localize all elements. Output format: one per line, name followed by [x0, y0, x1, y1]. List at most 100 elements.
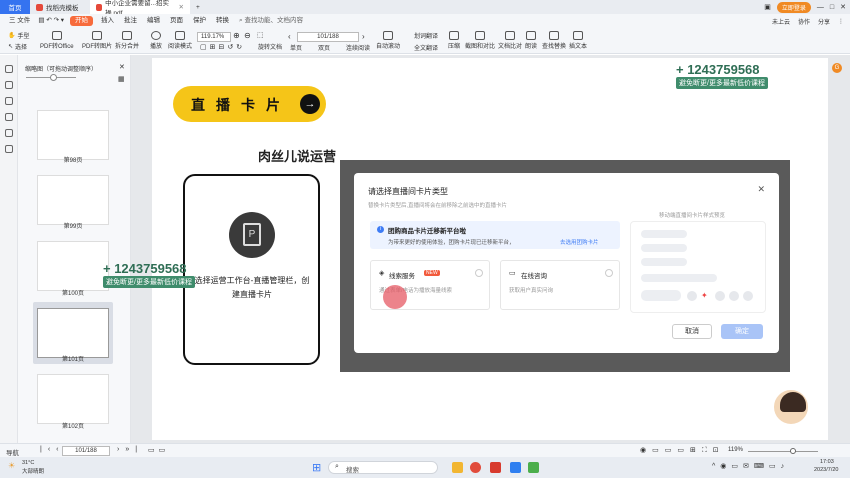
- first-prev-icons[interactable]: |‹‹: [40, 446, 64, 453]
- view-tools-icons[interactable]: ▢⊞⊟↺↻: [200, 43, 245, 51]
- collab-button[interactable]: 协作: [798, 17, 810, 26]
- pdf-to-office-button[interactable]: PDF转Office: [40, 31, 74, 50]
- insert-text-button[interactable]: 插文本: [569, 31, 587, 50]
- zoom-slider-handle[interactable]: [790, 448, 796, 454]
- watermark-subtitle-2: 避免断更/更多最新低价课程: [103, 276, 195, 288]
- menu-protect[interactable]: 保护: [188, 14, 211, 28]
- file-explorer-icon[interactable]: [452, 462, 463, 473]
- select-tool[interactable]: ↖ 选择: [8, 42, 27, 51]
- read-aloud-button[interactable]: 朗读: [525, 31, 537, 50]
- screen-translate-button[interactable]: 划词翻译: [414, 31, 438, 40]
- view-mode-icons[interactable]: ▭▭: [148, 446, 169, 454]
- layout-icon[interactable]: ▣: [764, 3, 771, 11]
- assistant-icon[interactable]: G: [832, 63, 842, 73]
- tray-icons[interactable]: ^◉▭✉⌨▭♪: [712, 462, 789, 470]
- next-page-icon[interactable]: ›: [362, 32, 365, 41]
- dialog-close-icon[interactable]: ✕: [757, 184, 765, 195]
- nav-toggle[interactable]: 导航: [6, 447, 19, 457]
- thumbnail-page-102[interactable]: [37, 374, 109, 424]
- hand-tool[interactable]: ✋ 手型: [8, 31, 30, 40]
- prev-page-icon[interactable]: ‹: [288, 32, 291, 41]
- thumbnail-label-99: 第99页: [63, 224, 83, 230]
- menu-icons[interactable]: ▤ ↶ ↷ ▾: [35, 14, 67, 28]
- zoom-input[interactable]: 119.17%: [197, 32, 231, 42]
- thumbnail-icon[interactable]: [5, 65, 13, 73]
- stamp-icon[interactable]: [5, 129, 13, 137]
- wps-icon[interactable]: [490, 462, 501, 473]
- confirm-button[interactable]: 确定: [721, 324, 763, 339]
- cloud-status[interactable]: 未上云: [772, 17, 790, 26]
- menu-insert[interactable]: 插入: [96, 14, 119, 28]
- tab-template[interactable]: 找稻壳模板: [30, 0, 90, 14]
- menu-file[interactable]: 三 文件: [4, 14, 35, 28]
- zoom-in-icon[interactable]: ⊕: [233, 31, 240, 40]
- slider-handle[interactable]: [50, 74, 57, 81]
- thumbnail-page-100[interactable]: [37, 241, 109, 291]
- share-button[interactable]: 分享: [818, 17, 830, 26]
- zoom-slider[interactable]: [748, 451, 818, 452]
- thumbnail-page-101[interactable]: [37, 308, 109, 358]
- menu-page[interactable]: 页面: [165, 14, 188, 28]
- find-replace-button[interactable]: 查找替换: [542, 31, 566, 50]
- status-zoom[interactable]: 119%: [728, 447, 743, 453]
- thumbnail-page-98[interactable]: [37, 110, 109, 160]
- play-button[interactable]: 播放: [150, 31, 162, 50]
- pdf-to-image-button[interactable]: PDF转图片: [82, 31, 112, 50]
- grid-view-icon[interactable]: ▦: [118, 75, 125, 83]
- compress-button[interactable]: 压缩: [448, 31, 460, 50]
- close-panel-icon[interactable]: ✕: [119, 63, 125, 71]
- thumbnail-page-99[interactable]: [37, 175, 109, 225]
- double-page-button[interactable]: 双页: [318, 43, 330, 52]
- cancel-button[interactable]: 取消: [672, 324, 712, 339]
- option-lead-label: 线索服务: [389, 273, 415, 280]
- cursor-highlight: [383, 285, 407, 309]
- rotate-button[interactable]: 旋转文档: [258, 42, 282, 51]
- option-lead-radio[interactable]: [475, 269, 483, 277]
- app-icon-2[interactable]: [528, 462, 539, 473]
- close-window-icon[interactable]: ✕: [840, 3, 846, 11]
- clock-date[interactable]: 2023/7/20: [814, 467, 838, 473]
- option-consult-radio[interactable]: [605, 269, 613, 277]
- chrome-icon[interactable]: [470, 462, 481, 473]
- read-mode-button[interactable]: 阅读模式: [168, 31, 192, 50]
- maximize-icon[interactable]: □: [830, 4, 834, 11]
- search-feature-input[interactable]: ⌕ 查找功能、文档内容: [234, 14, 308, 28]
- taskbar-search[interactable]: ⌕ 搜索: [328, 461, 438, 474]
- weather-icon: ☀: [8, 461, 16, 470]
- menu-convert[interactable]: 转换: [211, 14, 234, 28]
- more-icon[interactable]: ⋮: [838, 18, 844, 25]
- doc-compare-button[interactable]: 文档比对: [498, 31, 522, 50]
- fit-page-icon[interactable]: ⬚: [257, 31, 264, 39]
- comment-icon[interactable]: [5, 97, 13, 105]
- zoom-out-icon[interactable]: ⊖: [244, 31, 251, 40]
- login-button[interactable]: 立即登录: [776, 1, 811, 13]
- screenshot-compare-button[interactable]: 截图和对比: [465, 31, 495, 50]
- menu-start[interactable]: 开始: [70, 16, 94, 26]
- notice-link[interactable]: 去选用团购卡片: [560, 238, 599, 246]
- auto-scroll-button[interactable]: 自动滚动: [376, 31, 400, 50]
- minimize-icon[interactable]: —: [817, 4, 824, 11]
- full-translate-button[interactable]: 全文翻译: [414, 43, 438, 52]
- close-tab-icon[interactable]: ✕: [179, 3, 184, 11]
- bookmark-icon[interactable]: [5, 81, 13, 89]
- new-tab-button[interactable]: +: [190, 0, 206, 14]
- attachment-icon[interactable]: [5, 113, 13, 121]
- menu-comment[interactable]: 批注: [119, 14, 142, 28]
- windows-start-icon[interactable]: ⊞: [312, 461, 321, 474]
- status-page-input[interactable]: 101/188: [62, 446, 110, 456]
- app-icon-1[interactable]: [510, 462, 521, 473]
- continuous-read-button[interactable]: 连续阅读: [346, 43, 370, 52]
- tab-home[interactable]: 首页: [0, 0, 30, 14]
- weather-temp[interactable]: 31°C: [22, 460, 34, 466]
- status-tools-icons[interactable]: ◉▭▭▭⊞⛶⊡: [640, 446, 725, 455]
- page-input[interactable]: 101/188: [297, 32, 359, 42]
- single-page-button[interactable]: 单页: [290, 43, 302, 52]
- weather-desc[interactable]: 大部晴朗: [22, 467, 44, 475]
- settings-icon[interactable]: [5, 145, 13, 153]
- tab-pdf-document[interactable]: 中小企业需要留...招实操.pdf✕: [90, 0, 190, 17]
- split-merge-button[interactable]: 拆分合并: [115, 31, 139, 50]
- menu-edit[interactable]: 编辑: [142, 14, 165, 28]
- next-last-icons[interactable]: ›»|: [117, 446, 143, 453]
- option-online-consult[interactable]: ▭ 在线咨询 获取用户真实问询: [500, 260, 620, 310]
- clock-time[interactable]: 17:03: [820, 459, 834, 465]
